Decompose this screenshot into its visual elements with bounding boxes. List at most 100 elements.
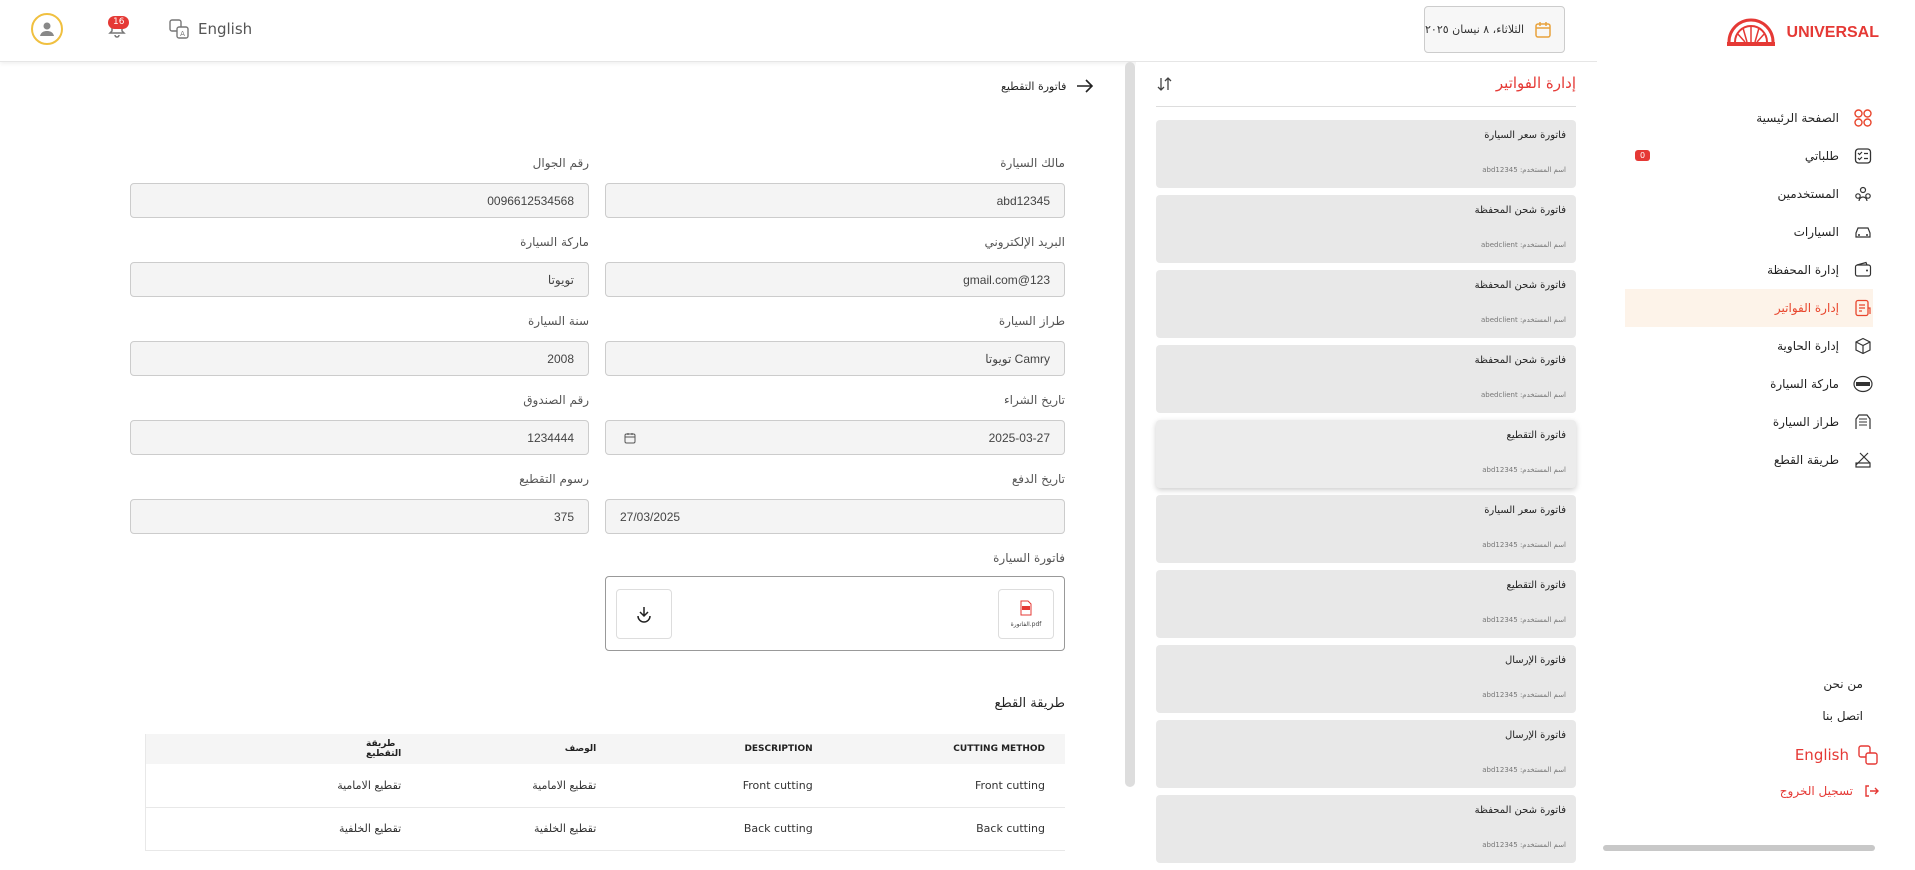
invoice-card-user: اسم المستخدم: abd12345: [1482, 616, 1566, 624]
svg-text:A: A: [180, 30, 185, 38]
sidebar-item-label: طراز السيارة: [1772, 415, 1839, 429]
email-label: البريد الإلكتروني: [984, 235, 1065, 249]
sidebar-item-label: السيارات: [1793, 225, 1839, 239]
sidebar-item-cutting-method[interactable]: طريقة القطع: [1625, 441, 1873, 479]
sort-icon[interactable]: [1156, 76, 1174, 96]
sidebar-item-wallet[interactable]: إدارة المحفظة: [1625, 251, 1873, 289]
invoice-card[interactable]: فاتورة شحن المحفظة اسم المستخدم: abedclie…: [1156, 345, 1576, 413]
sidebar-item-label: طلباتي: [1804, 149, 1839, 163]
sidebar-item-container[interactable]: إدارة الحاوية: [1625, 327, 1873, 365]
invoice-card[interactable]: فاتورة شحن المحفظة اسم المستخدم: abd12345: [1156, 795, 1576, 863]
top-bar: 16 A English الثلاثاء، ٨ نيسان ٢٠٢٥: [0, 0, 1597, 62]
sidebar-item-my-orders[interactable]: 0 طلباتي: [1625, 137, 1873, 175]
cell-description: Back cutting: [616, 807, 833, 851]
invoice-card-user: اسم المستخدم: abedclient: [1480, 316, 1566, 324]
invoice-card[interactable]: فاتورة التقطيع اسم المستخدم: abd12345: [1156, 570, 1576, 638]
avatar[interactable]: [31, 13, 63, 45]
calendar-icon: [1535, 21, 1551, 38]
sidebar-language-switch[interactable]: English: [1795, 744, 1879, 766]
orders-badge: 0: [1635, 150, 1651, 161]
sidebar-footer-links: من نحن اتصل بنا: [1822, 668, 1863, 732]
sidebar-item-label: المستخدمين: [1777, 187, 1839, 201]
invoice-card-user: اسم المستخدم: abd12345: [1482, 541, 1566, 549]
invoice-card[interactable]: فاتورة سعر السيارة اسم المستخدم: abd12345: [1156, 495, 1576, 563]
phone-label: رقم الجوال: [532, 156, 589, 170]
car-model-field[interactable]: تويوتا Camry: [605, 341, 1065, 376]
calendar-icon[interactable]: [624, 432, 636, 444]
invoice-card-user: اسم المستخدم: abd12345: [1482, 766, 1566, 774]
car-year-field[interactable]: 2008: [130, 341, 589, 376]
translate-icon: A: [169, 19, 189, 39]
sidebar-language-label: English: [1794, 746, 1849, 764]
cutting-fee-field[interactable]: 375: [130, 499, 589, 534]
logout-icon: [1865, 785, 1879, 797]
sidebar-item-label: طريقة القطع: [1773, 453, 1839, 467]
sidebar-item-label: إدارة الفواتير: [1774, 301, 1839, 315]
download-button[interactable]: [616, 589, 672, 639]
purchase-date-field[interactable]: 2025-03-27: [605, 420, 1065, 455]
pdf-file[interactable]: الفاتورة.pdf: [998, 589, 1054, 639]
sidebar-item-invoices[interactable]: إدارة الفواتير: [1625, 289, 1873, 327]
invoice-card-user: اسم المستخدم: abd12345: [1482, 691, 1566, 699]
date-display[interactable]: الثلاثاء، ٨ نيسان ٢٠٢٥: [1424, 6, 1565, 53]
invoices-title: إدارة الفواتير: [1495, 74, 1576, 92]
invoice-card-selected[interactable]: فاتورة التقطيع اسم المستخدم: abd12345: [1156, 420, 1576, 488]
contact-link[interactable]: اتصل بنا: [1822, 700, 1863, 732]
pdf-icon: [1020, 600, 1032, 616]
table-row[interactable]: تقطيع الامامية تقطيع الامامية Front cutt…: [145, 764, 1065, 808]
logo[interactable]: UNIVERSAL: [1723, 16, 1879, 50]
cutting-icon: [1853, 450, 1873, 470]
sidebar-item-cars[interactable]: السيارات: [1625, 213, 1873, 251]
date-text: الثلاثاء، ٨ نيسان ٢٠٢٥: [1425, 23, 1525, 36]
language-label: English: [198, 20, 253, 38]
payment-date-field[interactable]: 27/03/2025: [605, 499, 1065, 534]
sidebar-item-label: إدارة الحاوية: [1777, 339, 1839, 353]
box-number-field[interactable]: 1234444: [130, 420, 589, 455]
phone-field[interactable]: 0096612534568: [130, 183, 589, 218]
invoice-card[interactable]: فاتورة سعر السيارة اسم المستخدم: abd12345: [1156, 120, 1576, 188]
owner-label: مالك السيارة: [1000, 156, 1065, 170]
car-brand-field[interactable]: تويوتا: [130, 262, 589, 297]
sidebar-item-label: إدارة المحفظة: [1767, 263, 1839, 277]
cell-cutting-method: Back cutting: [832, 807, 1065, 851]
table-header-row: طريقة التقطيع الوصف DESCRIPTION CUTTING …: [145, 734, 1065, 764]
invoice-card-title: فاتورة سعر السيارة: [1484, 130, 1566, 141]
invoice-card-title: فاتورة التقطيع: [1506, 430, 1566, 441]
user-icon: [40, 22, 54, 36]
brand-name: UNIVERSAL: [1786, 24, 1879, 41]
invoice-card-title: فاتورة سعر السيارة: [1484, 505, 1566, 516]
invoice-file-box: الفاتورة.pdf: [605, 576, 1065, 651]
owner-field[interactable]: abd12345: [605, 183, 1065, 218]
invoices-panel: إدارة الفواتير فاتورة سعر السيارة اسم الم…: [1136, 62, 1597, 863]
brand-icon: [1853, 374, 1873, 394]
invoice-card[interactable]: فاتورة الإرسال اسم المستخدم: abd12345: [1156, 720, 1576, 788]
sidebar-item-car-model[interactable]: طراز السيارة: [1625, 403, 1873, 441]
email-field[interactable]: gmail.com@123: [605, 262, 1065, 297]
invoice-card-title: فاتورة الإرسال: [1504, 730, 1566, 741]
cell-arabic-method: تقطيع الخلفية: [145, 807, 422, 851]
cell-cutting-method: Front cutting: [832, 764, 1065, 808]
cell-description: Front cutting: [616, 764, 833, 808]
invoice-card[interactable]: فاتورة شحن المحفظة اسم المستخدم: abedclie…: [1156, 270, 1576, 338]
language-switch[interactable]: A English: [168, 18, 252, 40]
invoice-detail: فاتورة التقطيع مالك السيارة abd12345 رقم…: [0, 62, 1120, 851]
col-description: DESCRIPTION: [616, 734, 833, 764]
sidebar-item-label: ماركة السيارة: [1770, 377, 1839, 391]
invoice-card[interactable]: فاتورة الإرسال اسم المستخدم: abd12345: [1156, 645, 1576, 713]
invoice-card[interactable]: فاتورة شحن المحفظة اسم المستخدم: abedclie…: [1156, 195, 1576, 263]
box-number-label: رقم الصندوق: [523, 393, 589, 407]
car-brand-label: ماركة السيارة: [520, 235, 589, 249]
logout-button[interactable]: تسجيل الخروج: [1780, 783, 1879, 799]
translate-icon: [1858, 745, 1878, 765]
divider: [1156, 106, 1576, 107]
invoice-card-user: اسم المستخدم: abedclient: [1480, 241, 1566, 249]
back-button[interactable]: فاتورة التقطيع: [1001, 79, 1094, 93]
horizontal-scrollbar[interactable]: [1603, 845, 1875, 851]
universal-logo-icon: [1726, 18, 1775, 46]
table-row[interactable]: تقطيع الخلفية تقطيع الخلفية Back cutting…: [145, 807, 1065, 851]
sidebar-item-users[interactable]: المستخدمين: [1625, 175, 1873, 213]
about-link[interactable]: من نحن: [1822, 668, 1863, 700]
sidebar-item-home[interactable]: الصفحة الرئيسية: [1625, 99, 1873, 137]
sidebar-item-car-brand[interactable]: ماركة السيارة: [1625, 365, 1873, 403]
form-scrollbar[interactable]: [1125, 62, 1135, 787]
